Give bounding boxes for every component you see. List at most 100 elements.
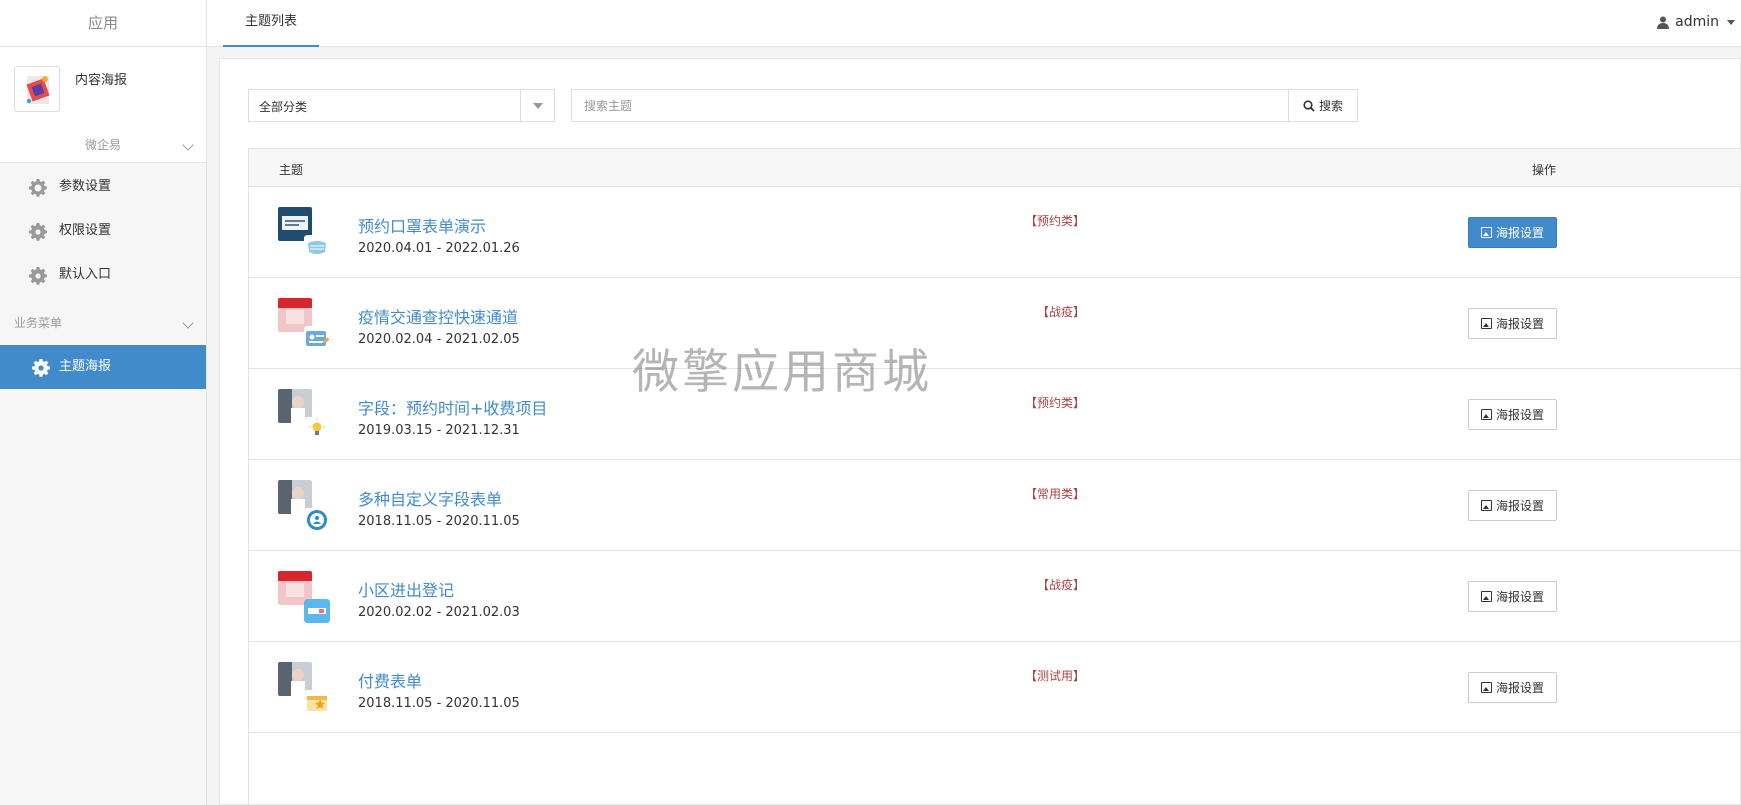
group-label: 业务菜单 bbox=[14, 316, 63, 330]
table-row: 付费表单 2018.11.05 - 2020.11.05 【测试用】 海报设置 bbox=[249, 642, 1741, 733]
gear-icon bbox=[32, 359, 50, 377]
app-name: 内容海报 bbox=[75, 73, 128, 88]
theme-thumbnail bbox=[278, 207, 330, 259]
theme-dates: 2020.04.01 - 2022.01.26 bbox=[358, 241, 520, 256]
table-row: 多种自定义字段表单 2018.11.05 - 2020.11.05 【常用类】 … bbox=[249, 460, 1741, 551]
theme-dates: 2018.11.05 - 2020.11.05 bbox=[358, 696, 520, 711]
sidebar-item-label: 参数设置 bbox=[59, 179, 112, 194]
category-value: 全部分类 bbox=[259, 100, 308, 114]
theme-dates: 2019.03.15 - 2021.12.31 bbox=[358, 423, 520, 438]
group-label: 微企易 bbox=[84, 138, 121, 152]
category-tag: 【常用类】 bbox=[1025, 487, 1086, 501]
column-topic: 主题 bbox=[279, 163, 304, 177]
table-row bbox=[249, 733, 1741, 805]
group-weiqiyi[interactable]: 微企易 bbox=[0, 127, 206, 163]
gear-icon bbox=[29, 267, 47, 285]
poster-settings-button[interactable]: 海报设置 bbox=[1468, 308, 1557, 339]
theme-thumbnail bbox=[278, 662, 330, 714]
search-input[interactable] bbox=[572, 90, 1290, 121]
button-label: 海报设置 bbox=[1495, 499, 1544, 513]
search-button[interactable]: 搜索 bbox=[1288, 90, 1357, 121]
search-box: 搜索 bbox=[571, 89, 1358, 122]
category-tag: 【预约类】 bbox=[1025, 214, 1086, 228]
dropdown-toggle[interactable] bbox=[520, 90, 554, 121]
main-content: 全部分类 搜索 主题 操作 预约口罩表单演示 2020.04.01 bbox=[207, 47, 1741, 805]
button-label: 海报设置 bbox=[1495, 317, 1544, 331]
theme-thumbnail bbox=[278, 571, 330, 623]
theme-title[interactable]: 付费表单 bbox=[358, 668, 422, 692]
poster-settings-button[interactable]: 海报设置 bbox=[1468, 217, 1557, 248]
chevron-down-icon bbox=[182, 139, 194, 151]
ticket-icon bbox=[304, 599, 330, 623]
theme-dates: 2018.11.05 - 2020.11.05 bbox=[358, 514, 520, 529]
settings-menu: 参数设置 权限设置 默认入口 bbox=[0, 163, 206, 297]
id-card-icon bbox=[304, 326, 330, 350]
image-icon bbox=[1480, 409, 1492, 420]
poster-settings-button[interactable]: 海报设置 bbox=[1468, 399, 1557, 430]
theme-title[interactable]: 疫情交通查控快速通道 bbox=[358, 304, 518, 328]
table-row: 预约口罩表单演示 2020.04.01 - 2022.01.26 【预约类】 海… bbox=[249, 187, 1741, 278]
button-label: 海报设置 bbox=[1495, 408, 1544, 422]
sidebar-header[interactable]: 应用 bbox=[0, 0, 206, 47]
column-action: 操作 bbox=[1532, 163, 1557, 177]
theme-dates: 2020.02.04 - 2021.02.05 bbox=[358, 332, 520, 347]
table-header: 主题 操作 bbox=[249, 149, 1741, 187]
poster-settings-button[interactable]: 海报设置 bbox=[1468, 581, 1557, 612]
theme-dates: 2020.02.02 - 2021.02.03 bbox=[358, 605, 520, 620]
poster-settings-button[interactable]: 海报设置 bbox=[1468, 672, 1557, 703]
table-row: 小区进出登记 2020.02.02 - 2021.02.03 【战疫】 海报设置 bbox=[249, 551, 1741, 642]
theme-thumbnail bbox=[278, 480, 330, 532]
sidebar-item-label: 权限设置 bbox=[59, 223, 112, 238]
caret-down-icon bbox=[533, 103, 543, 109]
chevron-down-icon bbox=[182, 317, 194, 329]
button-label: 海报设置 bbox=[1495, 590, 1544, 604]
theme-title[interactable]: 多种自定义字段表单 bbox=[358, 486, 502, 510]
topbar: 主题列表 admin bbox=[207, 0, 1741, 47]
button-label: 海报设置 bbox=[1495, 681, 1544, 695]
poster-settings-button[interactable]: 海报设置 bbox=[1468, 490, 1557, 521]
content-panel: 全部分类 搜索 主题 操作 预约口罩表单演示 2020.04.01 bbox=[219, 58, 1741, 805]
lightbulb-icon bbox=[304, 417, 330, 441]
image-icon bbox=[1480, 500, 1492, 511]
image-icon bbox=[1480, 318, 1492, 329]
category-select[interactable]: 全部分类 bbox=[248, 89, 555, 122]
category-tag: 【战疫】 bbox=[1037, 578, 1086, 592]
theme-thumbnail bbox=[278, 298, 330, 350]
sidebar-item-theme-poster[interactable]: 主题海报 bbox=[0, 345, 206, 389]
image-icon bbox=[1480, 227, 1492, 238]
table-row: 疫情交通查控快速通道 2020.02.04 - 2021.02.05 【战疫】 … bbox=[249, 278, 1741, 369]
username: admin bbox=[1675, 14, 1719, 30]
category-tag: 【测试用】 bbox=[1025, 669, 1086, 683]
sidebar-item-label: 默认入口 bbox=[59, 267, 112, 282]
caret-down-icon bbox=[1727, 19, 1735, 25]
theme-title[interactable]: 小区进出登记 bbox=[358, 577, 454, 601]
image-icon bbox=[1480, 682, 1492, 693]
user-icon bbox=[1657, 16, 1670, 29]
tab-theme-list[interactable]: 主题列表 bbox=[223, 0, 319, 47]
group-business-menu[interactable]: 业务菜单 bbox=[0, 305, 206, 341]
theme-title[interactable]: 字段：预约时间+收费项目 bbox=[358, 395, 547, 419]
group-icon bbox=[304, 508, 330, 532]
sidebar: 应用 内容海报 微企易 参数设置 权限设置 默认入口 业务菜单 主题海报 bbox=[0, 0, 207, 805]
theme-thumbnail bbox=[278, 389, 330, 441]
theme-title[interactable]: 预约口罩表单演示 bbox=[358, 213, 486, 237]
search-button-label: 搜索 bbox=[1318, 99, 1343, 113]
gear-icon bbox=[29, 179, 47, 197]
button-label: 海报设置 bbox=[1495, 226, 1544, 240]
sidebar-item-permissions[interactable]: 权限设置 bbox=[0, 209, 206, 253]
category-tag: 【战疫】 bbox=[1037, 305, 1086, 319]
app-logo bbox=[14, 66, 60, 112]
mask-icon bbox=[304, 235, 330, 259]
sidebar-item-label: 主题海报 bbox=[59, 359, 112, 374]
image-icon bbox=[1480, 591, 1492, 602]
sidebar-item-default-entry[interactable]: 默认入口 bbox=[0, 253, 206, 297]
category-tag: 【预约类】 bbox=[1025, 396, 1086, 410]
gear-icon bbox=[29, 223, 47, 241]
sidebar-item-params[interactable]: 参数设置 bbox=[0, 165, 206, 209]
star-card-icon bbox=[304, 690, 330, 714]
table-row: 字段：预约时间+收费项目 2019.03.15 - 2021.12.31 【预约… bbox=[249, 369, 1741, 460]
search-icon bbox=[1303, 99, 1315, 112]
user-menu[interactable]: admin bbox=[1657, 14, 1735, 30]
app-info: 内容海报 bbox=[0, 47, 206, 127]
theme-table: 主题 操作 预约口罩表单演示 2020.04.01 - 2022.01.26 【… bbox=[248, 148, 1741, 805]
